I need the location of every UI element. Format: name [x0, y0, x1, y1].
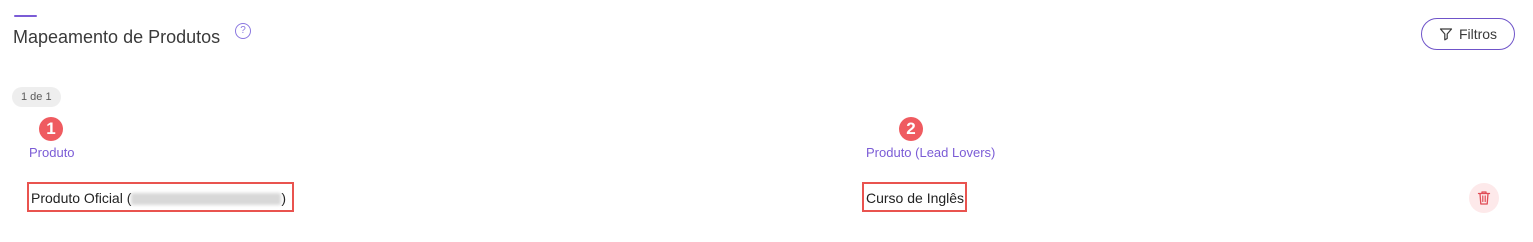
- leadlovers-product-name: Curso de Inglês: [866, 190, 965, 206]
- trash-icon: [1477, 191, 1491, 205]
- product-name-suffix: ): [281, 190, 287, 206]
- column-header-produto: Produto: [29, 145, 75, 160]
- filters-button[interactable]: Filtros: [1421, 18, 1515, 50]
- annotation-marker-2: 2: [899, 117, 923, 141]
- pagination-badge: 1 de 1: [12, 87, 61, 107]
- delete-button[interactable]: [1469, 183, 1499, 213]
- redacted-product-id: [131, 193, 282, 206]
- question-circle-icon[interactable]: ?: [235, 23, 251, 39]
- title-accent-line: [14, 15, 37, 17]
- table-row-produto-cell: Produto Oficial (): [31, 190, 286, 206]
- column-header-produto-leadlovers: Produto (Lead Lovers): [866, 145, 996, 160]
- filter-icon: [1439, 28, 1453, 41]
- filters-label: Filtros: [1458, 26, 1498, 42]
- annotation-marker-1: 1: [39, 117, 63, 141]
- product-name: Produto Oficial (: [31, 190, 132, 206]
- page-title: Mapeamento de Produtos: [13, 27, 221, 47]
